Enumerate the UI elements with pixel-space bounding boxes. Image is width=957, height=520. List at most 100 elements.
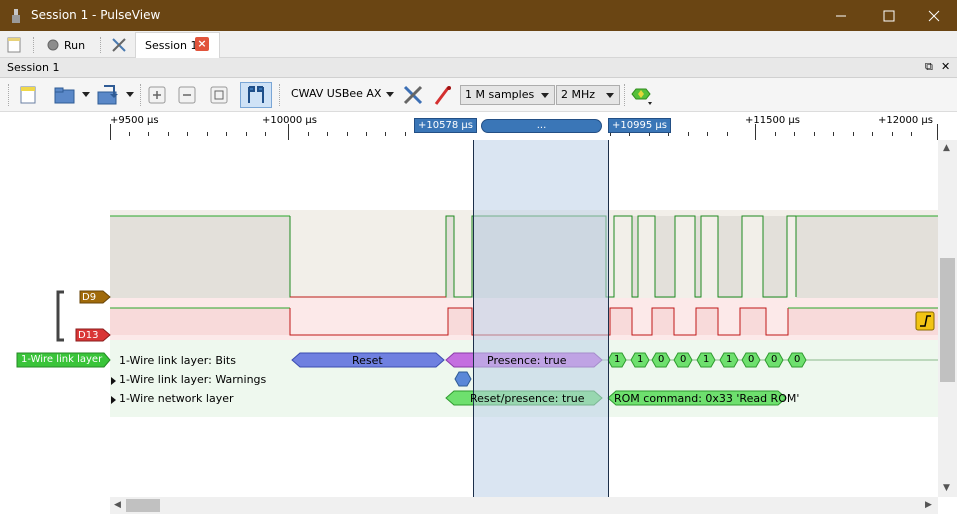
window-title: Session 1 - PulseView <box>31 8 161 22</box>
vertical-scrollbar[interactable]: ▲ ▼ <box>938 140 957 497</box>
cursor-icon <box>248 86 264 103</box>
decoder-icon <box>631 88 652 105</box>
scroll-down-icon[interactable]: ▼ <box>943 483 950 493</box>
signal-canvas <box>16 140 938 497</box>
settings-button[interactable] <box>111 34 127 56</box>
separator <box>33 37 34 53</box>
save-button[interactable] <box>94 82 122 108</box>
device-menu-arrow[interactable] <box>384 82 396 108</box>
float-icon[interactable]: ⧉ <box>925 60 933 74</box>
ruler-tick-label: +12000 µs <box>878 115 933 126</box>
new-view-icon <box>20 86 36 104</box>
decoder-label[interactable]: 1-Wire link layer <box>21 354 102 365</box>
scroll-left-icon[interactable]: ◀ <box>114 500 121 510</box>
separator <box>279 84 280 106</box>
horizontal-scrollbar[interactable]: ◀ ▶ <box>110 497 938 514</box>
new-view-button[interactable] <box>16 82 40 108</box>
chevron-down-icon <box>541 93 549 98</box>
cursor-range-handle[interactable]: ... <box>481 119 602 133</box>
horizontal-scroll-thumb[interactable] <box>126 499 160 512</box>
cursor-toggle-button[interactable] <box>240 82 272 108</box>
warning-marker <box>454 371 472 387</box>
add-decoder-button[interactable] <box>628 82 656 108</box>
close-button[interactable] <box>911 0 957 31</box>
separator <box>140 84 141 106</box>
bit-label: 0 <box>748 354 755 365</box>
probe-icon <box>434 86 451 105</box>
zoom-fit-button[interactable] <box>208 82 230 108</box>
new-document-icon <box>7 37 21 53</box>
ruler-tick-label: +10000 µs <box>262 115 317 126</box>
chevron-down-icon <box>82 92 90 97</box>
time-ruler[interactable]: +9500 µs +10000 µs +11500 µs +12000 µs +… <box>110 112 938 140</box>
new-session-button[interactable] <box>6 34 22 56</box>
open-menu-arrow[interactable] <box>80 82 92 108</box>
trace-view[interactable]: +9500 µs +10000 µs +11500 µs +12000 µs +… <box>0 112 957 520</box>
ruler-tick-label: +11500 µs <box>745 115 800 126</box>
rom-command-label: ROM command: 0x33 'Read ROM' <box>614 392 800 405</box>
d9-label[interactable]: D9 <box>82 292 96 303</box>
close-panel-icon[interactable]: ✕ <box>941 60 950 73</box>
bit-label: 1 <box>726 354 733 365</box>
session-header-label: Session 1 <box>7 61 60 74</box>
minimize-button[interactable] <box>818 0 864 31</box>
samplerate-select[interactable]: 2 MHz <box>556 85 620 105</box>
tools-icon <box>112 38 126 52</box>
folder-open-icon <box>54 87 75 104</box>
sample-count-value: 1 M samples <box>465 88 535 101</box>
tab-label: Session 1 <box>145 39 198 52</box>
scroll-up-icon[interactable]: ▲ <box>943 143 950 153</box>
save-menu-arrow[interactable] <box>124 82 136 108</box>
ruler-tick-label: +9500 µs <box>110 115 159 126</box>
separator <box>624 84 625 106</box>
title-bar: Session 1 - PulseView <box>0 0 957 31</box>
save-export-icon <box>97 85 118 105</box>
maximize-icon <box>883 10 895 21</box>
chevron-down-icon <box>606 93 614 98</box>
bit-label: 1 <box>703 354 710 365</box>
cursor-right-label[interactable]: +10995 µs <box>608 118 671 133</box>
sample-count-select[interactable]: 1 M samples <box>460 85 555 105</box>
main-toolbar: CWAV USBee AX 1 M samples 2 MHz <box>0 78 957 112</box>
bit-label: 0 <box>680 354 687 365</box>
bit-label: 0 <box>794 354 801 365</box>
expand-warnings-icon[interactable] <box>111 377 116 385</box>
cursor-selection <box>473 140 608 497</box>
open-button[interactable] <box>52 82 78 108</box>
row-warnings-label: 1-Wire link layer: Warnings <box>119 373 267 386</box>
chevron-down-icon <box>386 92 394 97</box>
tracks-area[interactable]: D9 D13 1-Wire link layer 1-Wire link lay… <box>0 140 938 497</box>
row-bits-label: 1-Wire link layer: Bits <box>119 354 236 367</box>
zoom-fit-icon <box>210 86 228 104</box>
reset-presence-label: Reset/presence: true <box>470 392 585 405</box>
group-bracket <box>56 290 64 342</box>
tab-session-1[interactable]: Session 1 × <box>135 32 220 58</box>
chevron-down-icon <box>126 92 134 97</box>
maximize-button[interactable] <box>866 0 912 31</box>
trigger-icon <box>915 311 935 331</box>
separator <box>8 84 9 106</box>
zoom-in-icon <box>148 86 166 104</box>
scroll-right-icon[interactable]: ▶ <box>925 500 932 510</box>
probe-config-button[interactable] <box>430 82 456 108</box>
device-selector[interactable]: CWAV USBee AX <box>291 87 381 100</box>
zoom-out-button[interactable] <box>176 82 198 108</box>
presence-annotation-label: Presence: true <box>487 354 567 367</box>
device-config-button[interactable] <box>400 82 426 108</box>
pulseview-icon <box>12 9 20 23</box>
run-icon <box>47 39 59 51</box>
expand-network-icon[interactable] <box>111 396 116 404</box>
vertical-scroll-thumb[interactable] <box>940 258 955 382</box>
d13-label[interactable]: D13 <box>78 330 98 341</box>
minimize-icon <box>836 15 846 16</box>
bit-label: 1 <box>614 354 621 365</box>
close-tab-icon[interactable]: × <box>195 37 209 51</box>
reset-annotation-label: Reset <box>352 354 383 367</box>
close-icon <box>928 10 940 21</box>
cursor-left-label[interactable]: +10578 µs <box>414 118 477 133</box>
zoom-out-icon <box>178 86 196 104</box>
run-button[interactable]: Run <box>47 34 85 56</box>
zoom-in-button[interactable] <box>146 82 168 108</box>
session-header: Session 1 ⧉ ✕ <box>0 58 957 78</box>
bit-label: 0 <box>771 354 778 365</box>
